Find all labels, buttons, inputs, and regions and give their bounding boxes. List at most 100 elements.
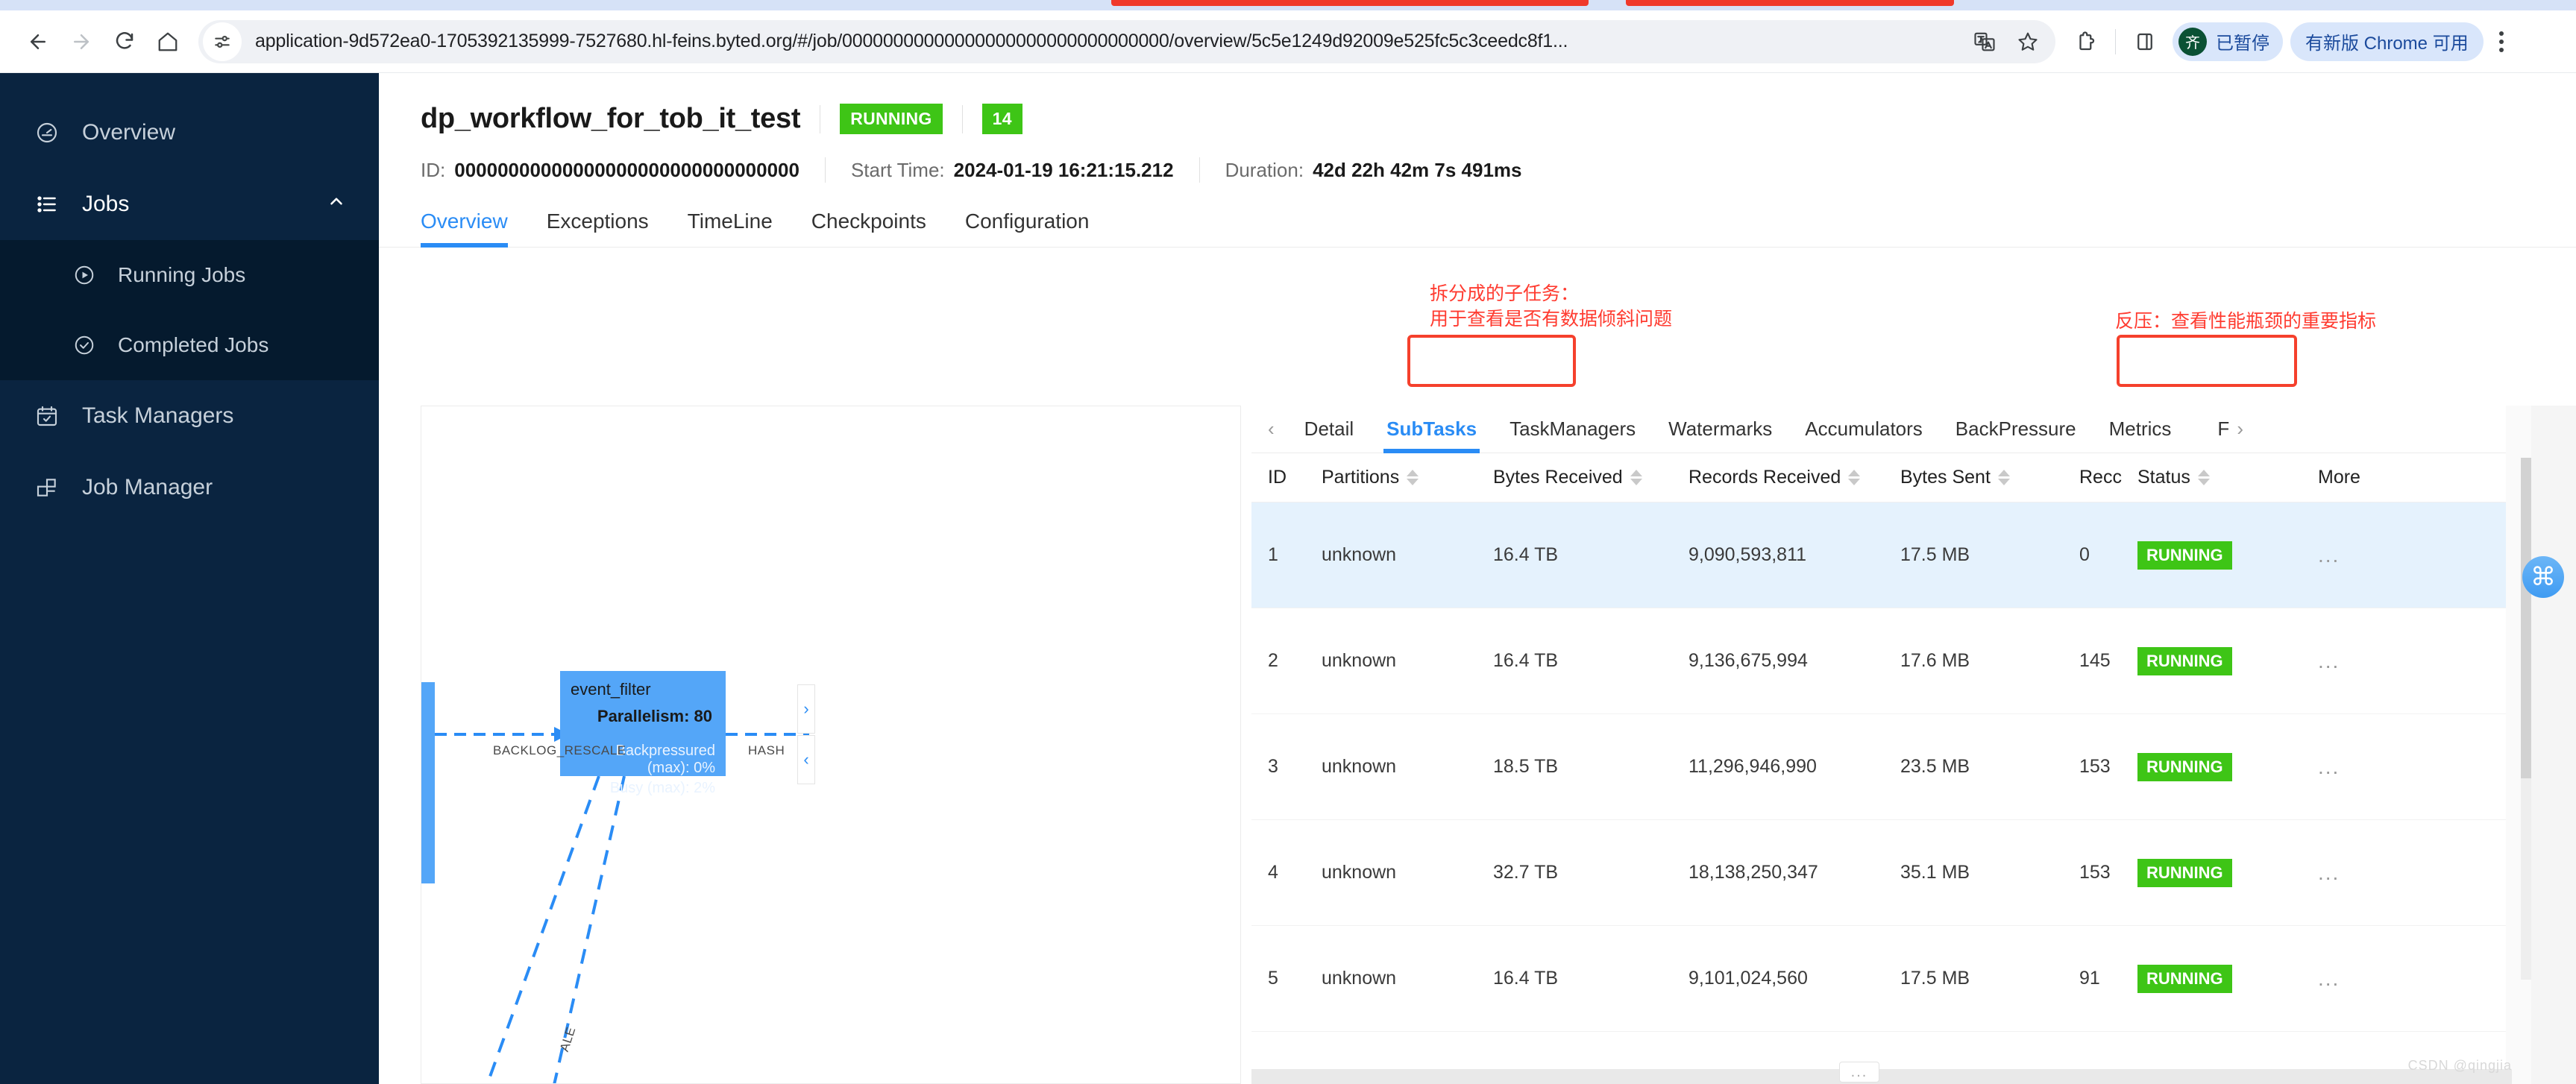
chevron-up-icon[interactable]: [327, 192, 346, 217]
table-row[interactable]: 3 unknown 18.5 TB 11,296,946,990 23.5 MB…: [1251, 714, 2576, 820]
address-bar[interactable]: application-9d572ea0-1705392135999-75276…: [198, 19, 2055, 63]
cell-records-received: 11,296,946,990: [1688, 756, 1817, 777]
graph-node-busy: Busy (max): 2%: [609, 780, 715, 796]
subtasks-table-body: 1 unknown 16.4 TB 9,090,593,811 17.5 MB …: [1251, 502, 2576, 1084]
column-header-records-sent[interactable]: Recc: [2079, 467, 2137, 488]
sidebar-item-completed-jobs[interactable]: Completed Jobs: [0, 310, 379, 380]
tab-indicator-1[interactable]: [1111, 0, 1589, 6]
sidebar-item-label: Overview: [82, 120, 176, 145]
row-more-button[interactable]: ...: [2318, 967, 2393, 991]
scrollbar-thumb[interactable]: [2521, 458, 2531, 778]
subtab-accumulators[interactable]: Accumulators: [1788, 417, 1939, 453]
column-header-bytes-received[interactable]: Bytes Received: [1493, 467, 1688, 488]
start-time-label: Start Time:: [850, 158, 945, 181]
side-panel-icon[interactable]: [2125, 22, 2165, 62]
command-icon[interactable]: ⌘: [2522, 556, 2564, 598]
sidebar-item-jobs[interactable]: Jobs: [0, 168, 379, 240]
subtabs-prev-icon[interactable]: ‹: [1260, 417, 1288, 453]
edge-label-out: HASH: [748, 743, 785, 757]
subtab-detail[interactable]: Detail: [1288, 417, 1370, 453]
horizontal-scrollbar[interactable]: [1251, 1069, 2512, 1084]
edge-label-in: BACKLOG_RESCALE: [493, 743, 626, 757]
cell-records-received: 9,136,675,994: [1688, 650, 1808, 671]
duration-value: 42d 22h 42m 7s 491ms: [1313, 158, 1522, 181]
duration-label: Duration:: [1225, 158, 1304, 181]
subtab-metrics[interactable]: Metrics: [2093, 417, 2188, 453]
row-more-button[interactable]: ...: [2318, 649, 2393, 673]
app-body: Overview Jobs Running Jobs Completed Job…: [0, 73, 2576, 1084]
subtabs-next-icon[interactable]: ›: [2234, 417, 2257, 453]
row-more-button[interactable]: ...: [2318, 755, 2393, 779]
sidebar-item-task-managers[interactable]: Task Managers: [0, 380, 379, 452]
url-text[interactable]: application-9d572ea0-1705392135999-75276…: [255, 31, 1964, 52]
table-row[interactable]: 5 unknown 16.4 TB 9,101,024,560 17.5 MB …: [1251, 926, 2576, 1032]
column-header-records-received[interactable]: Records Received: [1688, 467, 1900, 488]
cell-bytes-sent: 17.5 MB: [1900, 968, 1970, 989]
table-row[interactable]: 1 unknown 16.4 TB 9,090,593,811 17.5 MB …: [1251, 502, 2576, 608]
chrome-update-button[interactable]: 有新版 Chrome 可用: [2290, 22, 2484, 61]
sidebar-item-job-manager[interactable]: Job Manager: [0, 452, 379, 523]
row-more-button[interactable]: ...: [2318, 543, 2393, 567]
subtab-taskmanagers[interactable]: TaskManagers: [1493, 417, 1652, 453]
profile-button[interactable]: 齐 已暂停: [2173, 22, 2283, 61]
tab-timeline[interactable]: TimeLine: [668, 209, 792, 247]
cell-status: RUNNING: [2137, 964, 2318, 993]
back-arrow-icon[interactable]: [16, 20, 60, 63]
table-row[interactable]: 4 unknown 32.7 TB 18,138,250,347 35.1 MB…: [1251, 820, 2576, 926]
star-icon[interactable]: [2008, 22, 2048, 62]
column-header-bytes-sent[interactable]: Bytes Sent: [1900, 467, 2079, 488]
divider: [1199, 157, 1200, 183]
column-header-partitions[interactable]: Partitions: [1322, 467, 1493, 488]
vertical-scrollbar[interactable]: [2521, 458, 2531, 980]
cell-status: RUNNING: [2137, 541, 2318, 570]
table-overflow-button[interactable]: ...: [1839, 1062, 1879, 1083]
subtab-subtasks[interactable]: SubTasks: [1370, 417, 1493, 453]
tab-indicator-2[interactable]: [1626, 0, 1954, 6]
cell-bytes-received: 18.5 TB: [1493, 756, 1559, 777]
sort-icon[interactable]: [1997, 470, 2010, 485]
tab-configuration[interactable]: Configuration: [946, 209, 1109, 247]
tab-exceptions[interactable]: Exceptions: [527, 209, 668, 247]
sort-icon[interactable]: [1848, 470, 1861, 485]
reload-icon[interactable]: [103, 20, 146, 63]
subtab-backpressure[interactable]: BackPressure: [1939, 417, 2093, 453]
subtab-truncated[interactable]: F: [2187, 417, 2234, 453]
sidebar-item-label: Task Managers: [82, 403, 234, 428]
cell-bytes-received: 16.4 TB: [1493, 544, 1559, 565]
sort-icon[interactable]: [2197, 470, 2210, 485]
job-graph[interactable]: event_filter Parallelism: 80 Backpressur…: [421, 406, 1241, 1084]
column-header-status[interactable]: Status: [2137, 467, 2318, 488]
cell-id: 4: [1268, 862, 1278, 883]
forward-arrow-icon[interactable]: [60, 20, 103, 63]
gauge-icon: [34, 120, 60, 145]
table-row[interactable]: 2 unknown 16.4 TB 9,136,675,994 17.6 MB …: [1251, 608, 2576, 714]
graph-collapse-left-button[interactable]: ‹: [797, 735, 815, 784]
cell-partitions: unknown: [1322, 544, 1397, 565]
play-circle-icon: [72, 262, 97, 288]
translate-icon[interactable]: [1964, 22, 2005, 62]
sidebar-item-overview[interactable]: Overview: [0, 97, 379, 168]
sidebar-item-running-jobs[interactable]: Running Jobs: [0, 240, 379, 310]
watermark: CSDN @qingjia: [2407, 1058, 2512, 1073]
status-badge: RUNNING: [2137, 858, 2232, 887]
graph-node-name: event_filter: [571, 680, 651, 699]
graph-node-event-filter[interactable]: event_filter Parallelism: 80 Backpressur…: [560, 671, 726, 796]
annotation-subtasks: 拆分成的子任务： 用于查看是否有数据倾斜问题: [1430, 283, 1673, 330]
job-tabs: Overview Exceptions TimeLine Checkpoints…: [379, 209, 2576, 248]
cell-records-sent: 145: [2079, 650, 2111, 671]
sort-icon[interactable]: [1630, 470, 1642, 485]
extensions-icon[interactable]: [2066, 22, 2106, 62]
sort-icon[interactable]: [1407, 470, 1419, 485]
graph-expand-right-button[interactable]: ›: [797, 684, 815, 734]
home-icon[interactable]: [146, 20, 189, 63]
tab-overview[interactable]: Overview: [421, 209, 527, 248]
site-settings-icon[interactable]: [203, 22, 242, 61]
kebab-menu-icon[interactable]: [2487, 22, 2516, 62]
row-more-button[interactable]: ...: [2318, 861, 2393, 885]
subtab-watermarks[interactable]: Watermarks: [1652, 417, 1788, 453]
tab-checkpoints[interactable]: Checkpoints: [792, 209, 946, 247]
graph-node-upstream[interactable]: [421, 682, 435, 883]
cell-records-received: 9,090,593,811: [1688, 544, 1807, 565]
status-badge: RUNNING: [2137, 541, 2232, 570]
start-time-value: 2024-01-19 16:21:15.212: [953, 158, 1174, 181]
